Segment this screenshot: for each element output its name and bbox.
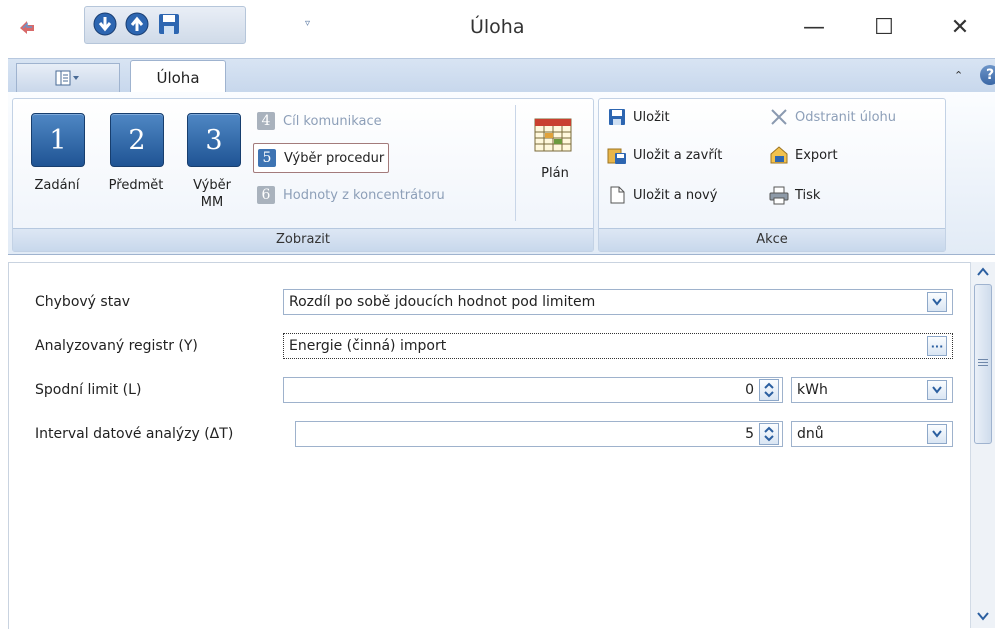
arrow-up-circle-icon[interactable] — [125, 12, 149, 36]
delete-task-button[interactable]: Odstranit úlohu — [769, 105, 896, 129]
interval-unit-value: dnů — [797, 426, 824, 442]
number-6-icon: 6 — [257, 186, 275, 204]
new-document-icon — [610, 186, 625, 204]
lower-limit-unit-dropdown-button[interactable] — [927, 380, 947, 400]
hodnoty-z-koncentratoru-label: Hodnoty z koncentrátoru — [283, 187, 445, 203]
interval-input[interactable]: 5 — [295, 421, 783, 447]
cil-komunikace-label: Cíl komunikace — [283, 113, 382, 129]
lower-limit-label: Spodní limit (L) — [35, 382, 142, 398]
group-label-akce: Akce — [599, 228, 945, 251]
predmet-label: Předmět — [108, 178, 164, 193]
zadani-button[interactable]: 1 — [31, 113, 85, 167]
quick-access-toolbar: ▿ — [84, 6, 310, 44]
number-5-icon: 5 — [258, 149, 276, 167]
export-label: Export — [795, 147, 838, 163]
register-label: Analyzovaný registr (Y) — [35, 338, 198, 354]
application-menu-button[interactable] — [16, 63, 120, 92]
register-browse-button[interactable]: ··· — [927, 336, 947, 356]
close-button[interactable]: ✕ — [940, 10, 980, 44]
vyber-procedur-label: Výběr procedur — [284, 150, 385, 166]
calendar-plan-icon — [534, 118, 572, 152]
fault-state-select[interactable]: Rozdíl po sobě jdoucích hodnot pod limit… — [283, 289, 953, 315]
number-4-icon: 4 — [257, 112, 275, 130]
title-bar: ▿ Úloha — ☐ ✕ — [0, 0, 995, 58]
interval-value: 5 — [745, 426, 754, 442]
cil-komunikace-button[interactable]: 4 Cíl komunikace — [257, 109, 382, 133]
maximize-button[interactable]: ☐ — [864, 10, 904, 44]
scroll-down-icon[interactable] — [977, 610, 989, 622]
lower-limit-value: 0 — [745, 382, 754, 398]
chevron-down-icon — [932, 430, 942, 438]
ribbon-panel: 1 Zadání 2 Předmět 3 Výběr MM 4 Cíl komu… — [8, 92, 995, 255]
delete-x-icon — [771, 109, 787, 125]
plan-button[interactable]: Plán — [525, 107, 585, 217]
register-field[interactable]: Energie (činná) import — [283, 333, 953, 359]
save-button[interactable]: Uložit — [607, 105, 670, 129]
scrollbar-thumb[interactable] — [974, 284, 992, 444]
vyber-mm-label: Výběr MM — [193, 178, 231, 210]
qat-dropdown-icon[interactable]: ▿ — [305, 18, 310, 29]
window-title: Úloha — [470, 16, 525, 38]
save-icon — [609, 109, 625, 125]
predmet-button[interactable]: 2 — [110, 113, 164, 167]
interval-label: Interval datové analýzy (ΔT) — [35, 426, 234, 442]
lower-limit-input[interactable]: 0 — [283, 377, 783, 403]
print-label: Tisk — [795, 187, 821, 203]
app-icon[interactable] — [18, 18, 36, 36]
printer-icon — [769, 186, 789, 205]
spin-up-down-icon — [764, 382, 774, 398]
fault-state-label: Chybový stav — [35, 294, 131, 310]
minimize-button[interactable]: — — [794, 10, 834, 44]
interval-spinner[interactable] — [759, 423, 779, 445]
fault-state-value: Rozdíl po sobě jdoucích hodnot pod limit… — [289, 294, 596, 310]
spin-up-down-icon — [764, 426, 774, 442]
task-form: Chybový stav Rozdíl po sobě jdoucích hod… — [8, 262, 971, 629]
interval-unit-dropdown-button[interactable] — [927, 424, 947, 444]
vyber-procedur-button[interactable]: 5 Výběr procedur — [253, 143, 390, 173]
delete-task-label: Odstranit úlohu — [795, 109, 897, 125]
save-and-close-label: Uložit a zavřít — [633, 147, 723, 163]
fault-state-dropdown-button[interactable] — [927, 292, 947, 312]
group-zobrazit: 1 Zadání 2 Předmět 3 Výběr MM 4 Cíl komu… — [12, 98, 594, 252]
group-separator — [515, 105, 516, 221]
lower-limit-unit-value: kWh — [797, 382, 828, 398]
scroll-up-icon[interactable] — [977, 266, 989, 278]
zadani-label: Zadání — [34, 178, 80, 193]
vyber-mm-button[interactable]: 3 — [187, 113, 241, 167]
arrow-down-circle-icon[interactable] — [93, 12, 117, 36]
export-button[interactable]: Export — [769, 143, 838, 167]
panel-menu-icon — [55, 70, 79, 86]
chevron-down-icon — [932, 298, 942, 306]
lower-limit-spinner[interactable] — [759, 379, 779, 401]
register-value: Energie (činná) import — [289, 338, 447, 354]
print-button[interactable]: Tisk — [769, 183, 820, 207]
save-icon[interactable] — [157, 12, 181, 36]
tab-uloha[interactable]: Úloha — [130, 60, 226, 94]
group-akce: Uložit Uložit a zavřít Uložit a nový Ods… — [598, 98, 946, 252]
help-icon[interactable]: ? — [980, 65, 995, 85]
hodnoty-z-koncentratoru-button[interactable]: 6 Hodnoty z koncentrátoru — [257, 183, 445, 207]
save-and-new-button[interactable]: Uložit a nový — [607, 183, 717, 207]
save-label: Uložit — [633, 109, 670, 125]
vertical-scrollbar[interactable] — [970, 262, 995, 628]
plan-label: Plán — [541, 166, 569, 181]
ribbon-tab-row: Úloha ⌃ ? — [8, 58, 995, 94]
ribbon-collapse-icon[interactable]: ⌃ — [954, 69, 963, 82]
export-icon — [770, 146, 788, 164]
save-and-close-button[interactable]: Uložit a zavřít — [607, 143, 722, 167]
chevron-down-icon — [932, 386, 942, 394]
save-and-new-label: Uložit a nový — [633, 187, 718, 203]
save-close-icon — [607, 148, 626, 164]
group-label-zobrazit: Zobrazit — [13, 228, 593, 251]
